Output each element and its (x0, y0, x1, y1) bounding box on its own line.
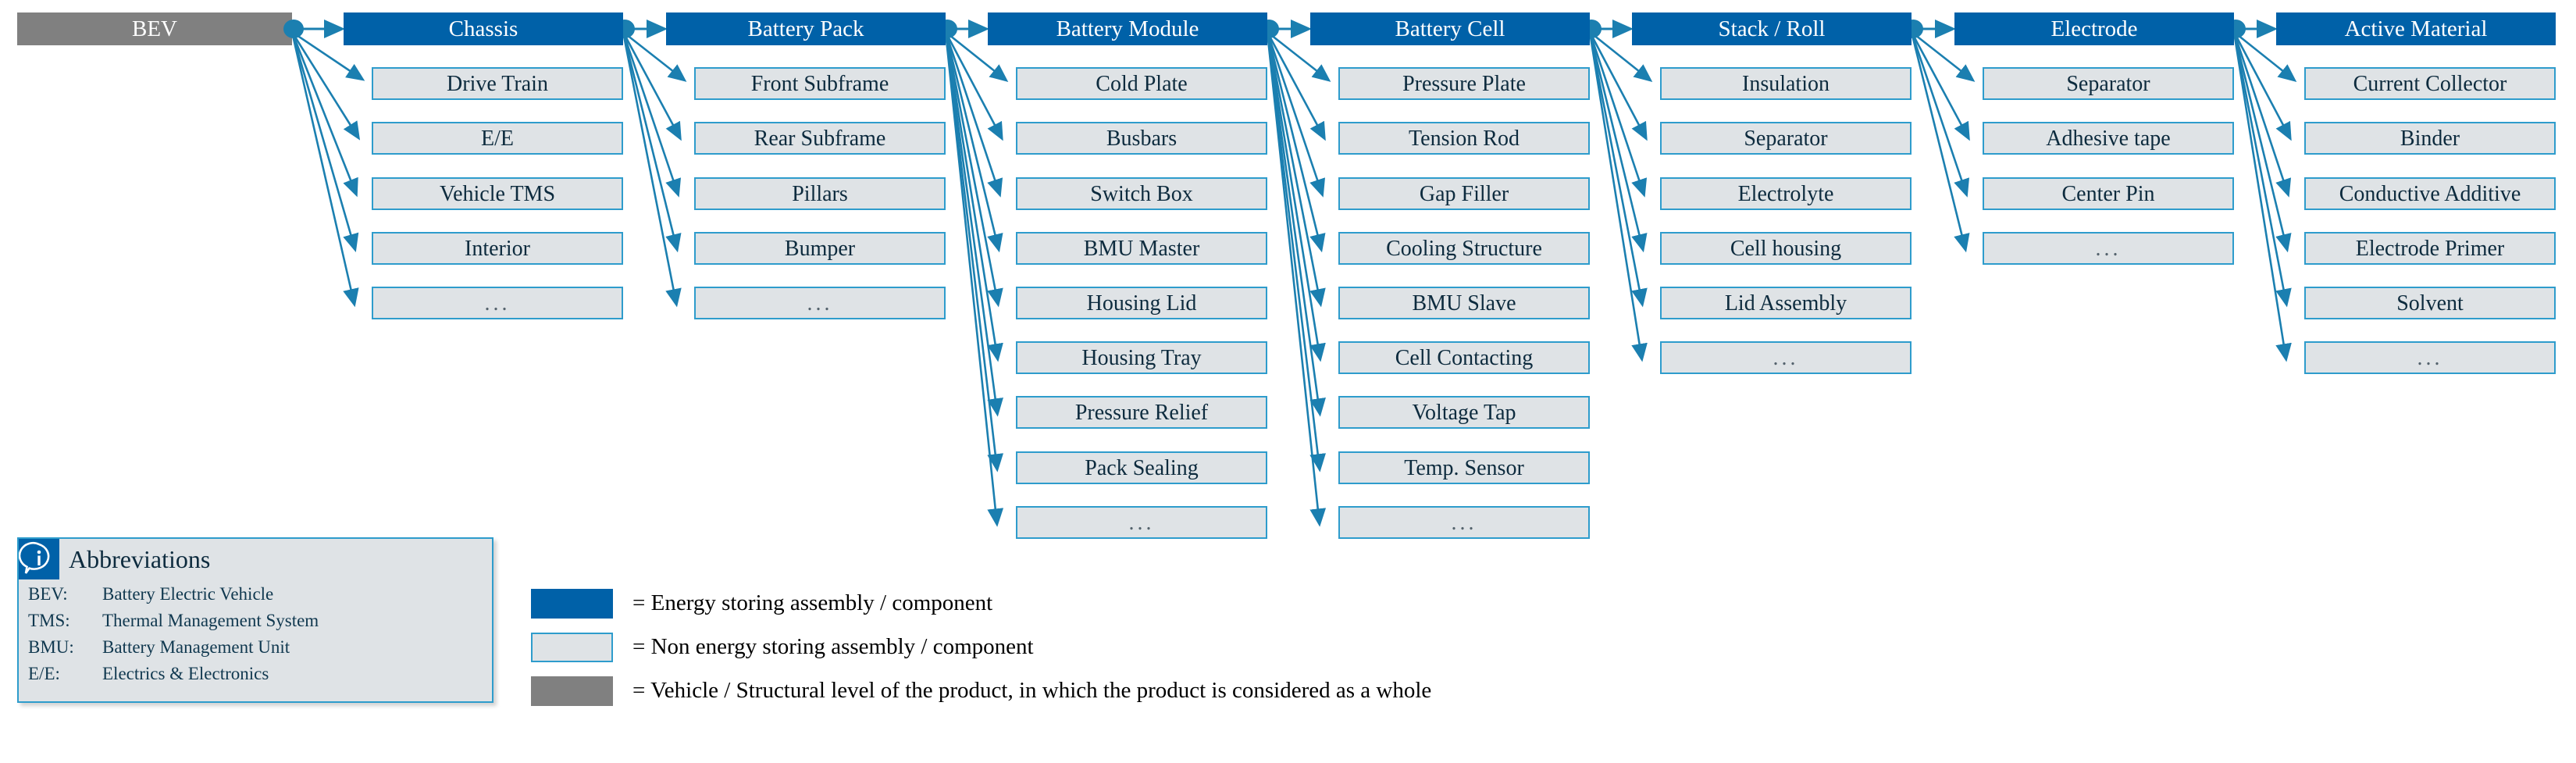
child-box-battery-module-pack-sealing[interactable]: Pack Sealing (1016, 451, 1267, 484)
node-header-electrode[interactable]: Electrode (1954, 12, 2234, 45)
child-box-electrode-separator[interactable]: Separator (1983, 67, 2234, 100)
child-box-stack-roll-separator[interactable]: Separator (1660, 122, 1912, 155)
child-box-chassis-drive-train[interactable]: Drive Train (372, 67, 623, 100)
child-box-stack-roll-ellipsis[interactable]: ... (1660, 341, 1912, 374)
child-box-stack-roll-electrolyte[interactable]: Electrolyte (1660, 177, 1912, 210)
child-box-stack-roll-lid-assembly[interactable]: Lid Assembly (1660, 287, 1912, 319)
child-box-battery-module-bmu-master[interactable]: BMU Master (1016, 232, 1267, 265)
child-box-battery-cell-bmu-slave[interactable]: BMU Slave (1338, 287, 1590, 319)
node-header-chassis[interactable]: Chassis (344, 12, 623, 45)
abbreviation-row: BMU: Battery Management Unit (28, 637, 290, 658)
legend-label: = Energy storing assembly / component (632, 590, 993, 615)
legend-label: = Vehicle / Structural level of the prod… (632, 678, 1432, 703)
child-box-active-material-solvent[interactable]: Solvent (2304, 287, 2556, 319)
abbreviation-key: BEV: (28, 584, 68, 604)
legend-swatch-vehicle (531, 676, 613, 706)
abbreviation-value: Thermal Management System (102, 611, 319, 630)
child-box-battery-module-cold-plate[interactable]: Cold Plate (1016, 67, 1267, 100)
child-box-active-material-conductive-additive[interactable]: Conductive Additive (2304, 177, 2556, 210)
abbreviation-value: Electrics & Electronics (102, 664, 269, 683)
abbreviation-key: TMS: (28, 611, 70, 630)
info-icon (19, 539, 59, 579)
child-box-electrode-center-pin[interactable]: Center Pin (1983, 177, 2234, 210)
abbreviations-title: Abbreviations (69, 545, 211, 573)
abbreviation-row: TMS: Thermal Management System (28, 611, 319, 631)
child-box-active-material-binder[interactable]: Binder (2304, 122, 2556, 155)
child-box-chassis-interior[interactable]: Interior (372, 232, 623, 265)
child-box-electrode-ellipsis[interactable]: ... (1983, 232, 2234, 265)
node-header-stack-roll[interactable]: Stack / Roll (1632, 12, 1912, 45)
child-box-battery-cell-temp-sensor[interactable]: Temp. Sensor (1338, 451, 1590, 484)
child-box-battery-pack-bumper[interactable]: Bumper (694, 232, 946, 265)
child-box-electrode-adhesive-tape[interactable]: Adhesive tape (1983, 122, 2234, 155)
child-box-battery-cell-tension-rod[interactable]: Tension Rod (1338, 122, 1590, 155)
abbreviation-row: BEV: Battery Electric Vehicle (28, 584, 273, 604)
child-box-chassis-vehicle-tms[interactable]: Vehicle TMS (372, 177, 623, 210)
abbreviation-value: Battery Electric Vehicle (102, 584, 274, 604)
legend-label: = Non energy storing assembly / componen… (632, 634, 1034, 659)
abbreviation-key: E/E: (28, 664, 60, 683)
node-header-battery-cell[interactable]: Battery Cell (1310, 12, 1590, 45)
child-box-battery-module-switch-box[interactable]: Switch Box (1016, 177, 1267, 210)
bev-breakdown-diagram: BEV Chassis Drive Train E/E Vehicle TMS Inter… (0, 0, 2576, 763)
child-box-battery-module-housing-lid[interactable]: Housing Lid (1016, 287, 1267, 319)
abbreviation-row: E/E: Electrics & Electronics (28, 664, 269, 684)
child-box-battery-pack-rear-subframe[interactable]: Rear Subframe (694, 122, 946, 155)
child-box-stack-roll-insulation[interactable]: Insulation (1660, 67, 1912, 100)
abbreviation-key: BMU: (28, 637, 74, 657)
child-box-battery-cell-voltage-tap[interactable]: Voltage Tap (1338, 396, 1590, 429)
node-root-bev[interactable]: BEV (17, 12, 292, 45)
legend-swatch-energy (531, 589, 613, 619)
child-box-chassis-e-e[interactable]: E/E (372, 122, 623, 155)
child-box-battery-cell-ellipsis[interactable]: ... (1338, 506, 1590, 539)
abbreviation-value: Battery Management Unit (102, 637, 290, 657)
abbreviations-panel: Abbreviations BEV: Battery Electric Vehic… (17, 537, 493, 703)
node-header-active-material[interactable]: Active Material (2276, 12, 2556, 45)
child-box-active-material-current-collector[interactable]: Current Collector (2304, 67, 2556, 100)
child-box-battery-cell-pressure-plate[interactable]: Pressure Plate (1338, 67, 1590, 100)
child-box-chassis-ellipsis[interactable]: ... (372, 287, 623, 319)
child-box-battery-pack-ellipsis[interactable]: ... (694, 287, 946, 319)
child-box-battery-cell-gap-filler[interactable]: Gap Filler (1338, 177, 1590, 210)
child-box-battery-module-busbars[interactable]: Busbars (1016, 122, 1267, 155)
child-box-active-material-electrode-primer[interactable]: Electrode Primer (2304, 232, 2556, 265)
node-header-battery-module[interactable]: Battery Module (988, 12, 1267, 45)
child-box-battery-cell-cell-contacting[interactable]: Cell Contacting (1338, 341, 1590, 374)
child-box-active-material-ellipsis[interactable]: ... (2304, 341, 2556, 374)
child-box-battery-pack-pillars[interactable]: Pillars (694, 177, 946, 210)
legend-swatch-nonenergy (531, 633, 613, 662)
child-box-battery-cell-cooling-structure[interactable]: Cooling Structure (1338, 232, 1590, 265)
child-box-battery-module-pressure-relief[interactable]: Pressure Relief (1016, 396, 1267, 429)
child-box-battery-module-ellipsis[interactable]: ... (1016, 506, 1267, 539)
node-header-battery-pack[interactable]: Battery Pack (666, 12, 946, 45)
child-box-battery-pack-front-subframe[interactable]: Front Subframe (694, 67, 946, 100)
child-box-battery-module-housing-tray[interactable]: Housing Tray (1016, 341, 1267, 374)
child-box-stack-roll-cell-housing[interactable]: Cell housing (1660, 232, 1912, 265)
